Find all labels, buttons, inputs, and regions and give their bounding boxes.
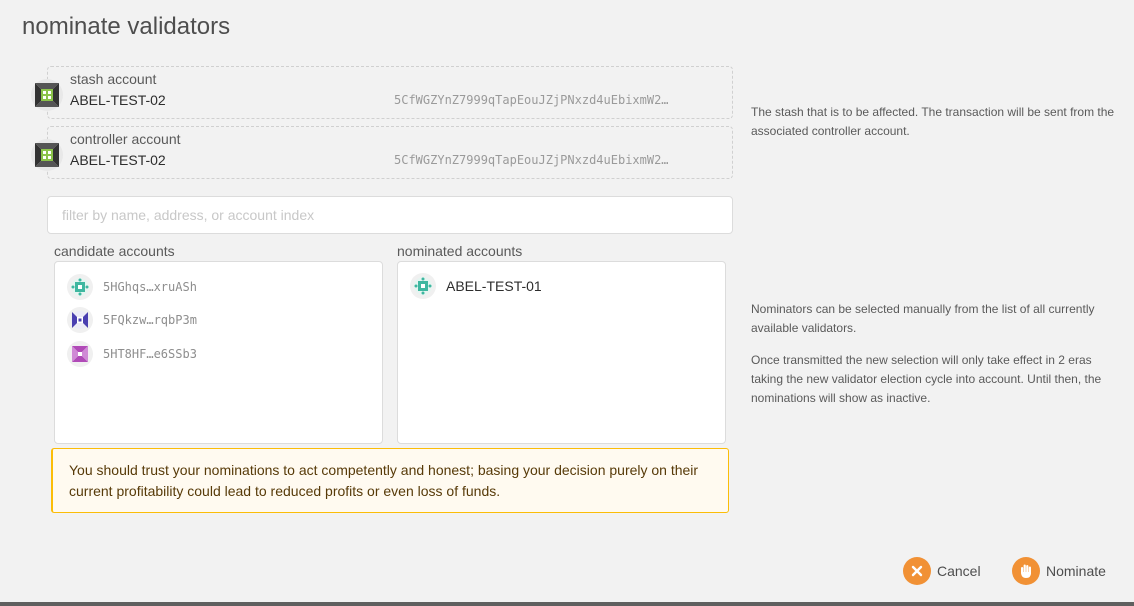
cancel-button[interactable]: Cancel xyxy=(903,557,981,585)
candidate-accounts-label: candidate accounts xyxy=(54,243,175,259)
controller-account-selector[interactable]: controller account ABEL-TEST-02 5CfWGZYn… xyxy=(31,126,733,179)
nominated-item[interactable]: ABEL-TEST-01 xyxy=(410,273,542,299)
nominate-button[interactable]: Nominate xyxy=(1012,557,1106,585)
nominated-accounts-label: nominated accounts xyxy=(397,243,523,259)
close-icon xyxy=(903,557,931,585)
nominators-help-text: Nominators can be selected manually from… xyxy=(751,302,1095,335)
nominated-accounts-list: ABEL-TEST-01 xyxy=(397,261,726,444)
nominated-name: ABEL-TEST-01 xyxy=(446,278,542,294)
identicon-icon xyxy=(410,273,436,299)
filter-input[interactable] xyxy=(47,196,733,234)
candidate-address: 5HGhqs…xruASh xyxy=(103,280,197,294)
cancel-label: Cancel xyxy=(937,563,981,579)
controller-identicon xyxy=(31,139,63,171)
stash-account-selector[interactable]: stash account ABEL-TEST-02 5CfWGZYnZ7999… xyxy=(31,66,733,119)
controller-account-address: 5CfWGZYnZ7999qTapEouJZjPNxzd4uEbixmW2… xyxy=(394,153,669,167)
stash-account-label: stash account xyxy=(70,71,157,87)
controller-account-label: controller account xyxy=(70,131,181,147)
stash-account-address: 5CfWGZYnZ7999qTapEouJZjPNxzd4uEbixmW2… xyxy=(394,93,669,107)
stash-account-name: ABEL-TEST-02 xyxy=(70,92,166,108)
candidate-item[interactable]: 5FQkzw…rqbP3m xyxy=(67,307,197,333)
identicon-icon xyxy=(67,341,93,367)
identicon-icon xyxy=(67,307,93,333)
identicon-icon xyxy=(67,274,93,300)
warning-message: You should trust your nominations to act… xyxy=(51,448,729,513)
candidate-item[interactable]: 5HGhqs…xruASh xyxy=(67,274,197,300)
candidate-address: 5HT8HF…e6SSb3 xyxy=(103,347,197,361)
nominate-label: Nominate xyxy=(1046,563,1106,579)
stash-identicon xyxy=(31,79,63,111)
stash-help-text: The stash that is to be affected. The tr… xyxy=(751,105,1115,138)
bottom-divider xyxy=(0,602,1134,606)
election-help-text: Once transmitted the new selection will … xyxy=(751,353,1102,405)
controller-account-name: ABEL-TEST-02 xyxy=(70,152,166,168)
candidate-address: 5FQkzw…rqbP3m xyxy=(103,313,197,327)
modal-title: nominate validators xyxy=(22,13,231,40)
candidate-accounts-list: 5HGhqs…xruASh 5FQkzw…rqbP3m 5HT8HF…e6SSb… xyxy=(54,261,383,444)
hand-icon xyxy=(1012,557,1040,585)
warning-text: You should trust your nominations to act… xyxy=(69,462,699,499)
candidate-item[interactable]: 5HT8HF…e6SSb3 xyxy=(67,341,197,367)
